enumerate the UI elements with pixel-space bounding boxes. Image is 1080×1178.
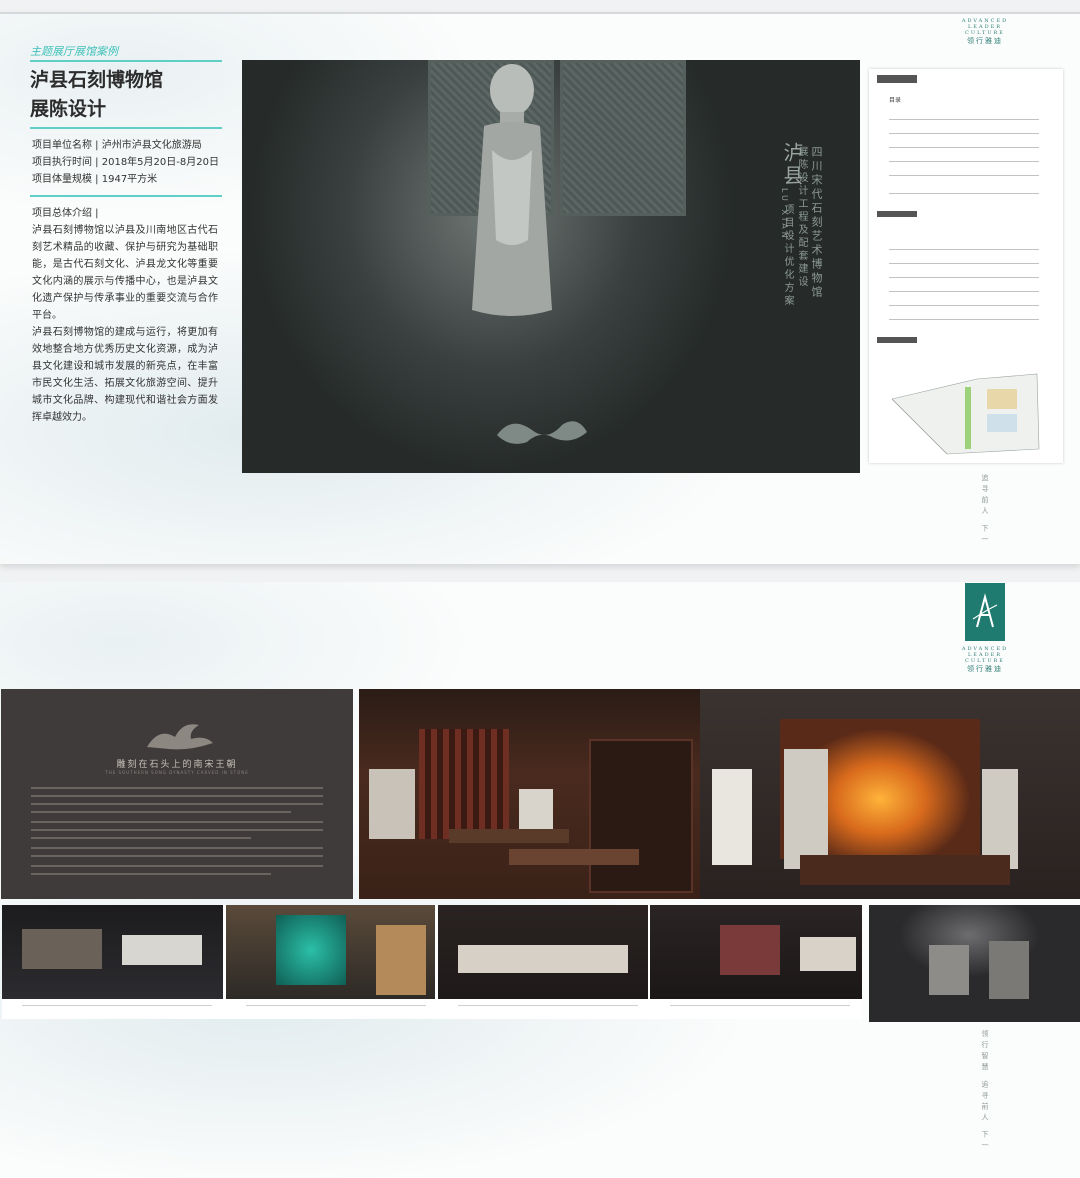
stone-gallery-rendering [869,905,1080,1022]
toc-row [889,319,1039,320]
statue-case [982,769,1018,869]
toc-row [889,249,1039,250]
project-scale: 项目体量规模 | 1947平方米 [32,174,158,185]
dragon-emblem [497,421,587,444]
statue-case [784,749,828,869]
title-rule [30,127,222,129]
brand-logo [965,583,1005,641]
rendering-thumbnails [2,905,862,1019]
story-title: 雕刻在石头上的南宋王朝 [116,760,238,770]
project-unit: 项目单位名称 | 泸州市泸县文化旅游局 [32,140,202,151]
thumbnail-dark-gallery [2,905,223,999]
thumbnail-ship-gallery [226,905,435,999]
toc-row [889,263,1039,264]
story-text-line [31,873,271,875]
toc-row [889,277,1039,278]
subtitle-rule [30,60,222,62]
teahouse-rendering [359,689,700,899]
toc-row [889,133,1039,134]
brand-logo-text: ADVANCED LEADER CULTURE [961,646,1009,664]
brand-a-icon [972,593,998,628]
platform [800,855,1010,885]
story-text-line [31,803,323,805]
doc-heading: 目录 [889,97,902,104]
story-text-line [31,821,323,823]
toc-row [889,147,1039,148]
relief-panel-right [560,60,686,216]
story-text-line [31,795,323,797]
table [509,849,639,865]
toc-row [889,193,1039,194]
brand-name-cn: 领行雅迪 [967,37,1003,45]
side-vertical-text: 追寻前人 下一 [981,474,989,547]
project-intro: 项目总体介绍 | 泸县石刻博物馆以泸县及川南地区古代石刻艺术精品的收藏、保护与研… [32,205,218,426]
fire-hall-rendering [700,689,1080,899]
contents-document: 目录 [869,69,1063,463]
story-intro-panel: 雕刻在石头上的南宋王朝 THE SOUTHERN SONG DYNASTY CA… [1,689,353,899]
intro-paragraph-1: 泸县石刻博物馆以泸县及川南地区古代石刻艺术精品的收藏、保护与研究为基础职能，是古… [32,225,218,321]
doc-logo [877,75,917,83]
toc-row [889,291,1039,292]
story-text-line [31,865,323,867]
lattice-wall [419,729,509,839]
story-text-line [31,811,291,813]
section-subtitle: 主题展厅展馆案例 [30,45,118,58]
thumbnail-corridor [438,905,648,999]
toc-row [889,119,1039,120]
brand-logo-text: ADVANCED LEADER CULTURE [961,18,1009,36]
side-vertical-text: 领行智慧 追寻前人 下一 [981,1030,989,1153]
intro-paragraph-2: 泸县石刻博物馆的建成与运行，将更加有效地整合地方优秀历史文化资源，成为泸县文化建… [32,327,218,423]
stone-figure-illustration [472,64,552,316]
story-text-line [31,787,323,789]
page-title: 泸县石刻博物馆 展陈设计 [30,69,164,120]
table [449,829,569,843]
slide-exhibition-renderings: ADVANCED LEADER CULTURE 领行雅迪 雕刻在石头上的南宋王朝 T… [0,582,1080,1178]
stone-relief-display [369,769,415,839]
display-case-left [712,769,752,865]
hero-title-col-3: 项目设计优化方案 [782,204,793,308]
toc-row [889,175,1039,176]
slide-project-overview: ADVANCED LEADER CULTURE 领行雅迪 主题展厅展馆案例 泸县石刻… [0,12,1080,564]
toc-row [889,161,1039,162]
hero-title-col-1: 四川宋代石刻艺术博物馆 [810,146,823,300]
thumbnail-shrine [650,905,862,999]
hero-title-col-2: 展陈设计工程及配套建设 [796,146,807,289]
doc-section-mark [877,211,917,217]
hero-stone-carving-image: 泸县 LU XIAN 四川宋代石刻艺术博物馆 展陈设计工程及配套建设 项目设计优… [242,60,860,473]
top-divider [0,12,1080,14]
doc-section-mark [877,337,917,343]
toc-row [889,305,1039,306]
phoenix-icon [147,724,213,750]
info-rule [30,195,222,197]
staircase [589,739,693,893]
story-subtitle: THE SOUTHERN SONG DYNASTY CARVED IN STON… [105,770,249,775]
story-text-line [31,829,323,831]
story-text-line [31,837,251,839]
story-text-line [31,855,323,857]
project-time: 项目执行时间 | 2018年5月20日-8月20日 [32,157,219,168]
project-info: 项目单位名称 | 泸州市泸县文化旅游局 项目执行时间 | 2018年5月20日-… [32,137,219,188]
floor-plan-diagram [891,373,1040,455]
brand-name-cn: 领行雅迪 [967,665,1003,673]
intro-label: 项目总体介绍 | [32,208,99,219]
story-text-line [31,847,323,849]
